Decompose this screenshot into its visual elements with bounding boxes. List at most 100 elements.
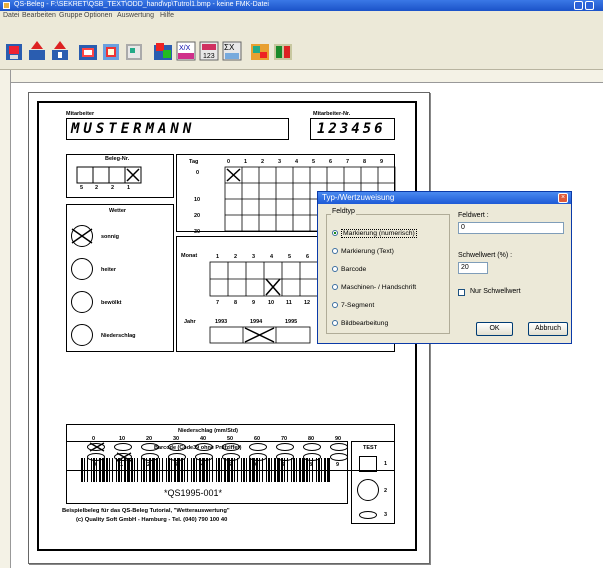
- tag-col-label: 1: [244, 159, 248, 165]
- tag-row-label: 0: [196, 170, 200, 176]
- feldwert-input[interactable]: 0: [458, 222, 564, 234]
- barcode-bar: [324, 458, 326, 482]
- radio-bildbearbeitung[interactable]: Bildbearbeitung: [332, 320, 388, 327]
- tag-row-label: 20: [194, 213, 201, 219]
- minimize-button[interactable]: [574, 1, 583, 10]
- barcode-bar: [224, 458, 226, 482]
- barcode-bar: [212, 458, 213, 482]
- test-num: 2: [384, 488, 388, 494]
- tag-row-label: 30: [194, 229, 201, 235]
- radio-barcode[interactable]: Barcode: [332, 266, 366, 273]
- close-icon[interactable]: ×: [558, 193, 568, 203]
- beleg-nr-cells: [76, 166, 142, 184]
- type-value-dialog: Typ-/Wertzuweisung × Feldtyp Markierung …: [317, 191, 572, 344]
- barcode-bar: [243, 458, 245, 482]
- barcode-bar: [306, 458, 308, 482]
- barcode-bar: [202, 458, 205, 482]
- tag-col-label: 9: [380, 159, 384, 165]
- dialog-title-bar: Typ-/Wertzuweisung ×: [318, 192, 571, 204]
- beleg-digit: 5: [80, 185, 84, 191]
- radio-selected-icon: [332, 230, 338, 237]
- barcode-bar: [252, 458, 255, 482]
- barcode-bar: [231, 458, 233, 482]
- menu-optionen[interactable]: Optionen: [84, 12, 112, 19]
- barcode-bar: [218, 458, 220, 482]
- barcode-bar: [102, 458, 105, 482]
- test-oval: [359, 511, 377, 519]
- count-icon[interactable]: 123: [199, 40, 219, 62]
- radio-7-segment[interactable]: 7-Segment: [332, 302, 374, 309]
- jahr-label: Jahr: [184, 319, 196, 325]
- mitarbeiter-nr-value: 123456: [317, 121, 386, 137]
- barcode-bar: [124, 458, 126, 482]
- jahr-option: 1993: [215, 319, 228, 325]
- barcode-bar: [266, 458, 267, 482]
- barcode-bar: [199, 458, 201, 482]
- barcode-bar: [312, 458, 313, 482]
- new-field-icon[interactable]: [27, 40, 47, 62]
- beleg-digit: 1: [127, 185, 131, 191]
- footer-line-2: (c) Quality Soft GmbH - Hamburg - Tel. (…: [76, 517, 228, 523]
- grid-icon[interactable]: [78, 40, 98, 62]
- niederschlag-label: Niederschlag (mm/Std): [178, 428, 238, 434]
- barcode-bar: [268, 458, 270, 482]
- schwellwert-label: Schwellwert (%) :: [458, 252, 513, 259]
- menu-auswertung[interactable]: Auswertung: [117, 12, 154, 19]
- nur-schwellwert-checkbox[interactable]: [458, 289, 465, 296]
- schwellwert-input[interactable]: 20: [458, 262, 488, 274]
- barcode-bar: [262, 458, 263, 482]
- barcode-bar: [299, 458, 301, 482]
- barcode-bar: [149, 458, 151, 482]
- tag-label: Tag: [189, 159, 199, 165]
- barcode-bar: [81, 458, 83, 482]
- barcode-bar: [281, 458, 283, 482]
- monat-label-bottom: 10: [268, 300, 275, 306]
- menu-datei[interactable]: Datei: [3, 12, 19, 19]
- mitarbeiter-nr-label: Mitarbeiter-Nr.: [313, 111, 351, 117]
- wetter-circle: [71, 258, 93, 280]
- menu-bearbeiten[interactable]: Bearbeiten: [22, 12, 56, 19]
- barcode-bar: [112, 458, 113, 482]
- barcode-bar: [99, 458, 101, 482]
- xy-value-icon[interactable]: X/X: [176, 40, 196, 62]
- menu-gruppe[interactable]: Gruppe: [59, 12, 82, 19]
- radio-markierung-numerisch[interactable]: Markierung (numerisch): [332, 229, 417, 238]
- tag-col-label: 5: [312, 159, 316, 165]
- barcode-bar: [221, 458, 222, 482]
- wetter-label: Wetter: [109, 208, 127, 214]
- radio-handschrift[interactable]: Maschinen- / Handschrift: [332, 284, 416, 291]
- cancel-button[interactable]: Abbruch: [528, 322, 568, 336]
- menu-hilfe[interactable]: Hilfe: [160, 12, 174, 19]
- barcode-bar: [127, 458, 130, 482]
- assign-icon[interactable]: [153, 40, 173, 62]
- monat-label-top: 5: [288, 254, 292, 260]
- monat-label-top: 2: [234, 254, 238, 260]
- user-report-icon[interactable]: [250, 40, 270, 62]
- restore-button[interactable]: [585, 1, 594, 10]
- tag-row-label: 10: [194, 197, 201, 203]
- barcode-bar: [271, 458, 272, 482]
- barcode-bar: [87, 458, 88, 482]
- barcode-bar: [249, 458, 251, 482]
- sum-icon[interactable]: ΣX: [222, 40, 242, 62]
- radio-icon: [332, 248, 338, 255]
- select-icon[interactable]: [124, 40, 144, 62]
- field-icon[interactable]: [101, 40, 121, 62]
- barcode-bar: [96, 458, 97, 482]
- barcode-bar: [174, 458, 176, 482]
- toolbar: X/X 123 ΣX: [0, 21, 603, 70]
- radio-markierung-text[interactable]: Markierung (Text): [332, 248, 394, 255]
- save-icon[interactable]: [50, 40, 70, 62]
- barcode: [81, 458, 330, 482]
- ok-button[interactable]: OK: [476, 322, 513, 336]
- barcode-bar: [277, 458, 280, 482]
- export-icon[interactable]: [273, 40, 293, 62]
- test-num: 3: [384, 512, 388, 518]
- test-circle: [357, 479, 379, 501]
- barcode-bar: [321, 458, 322, 482]
- barcode-bar: [327, 458, 330, 482]
- feldwert-label: Feldwert :: [458, 212, 489, 219]
- open-icon[interactable]: [4, 40, 24, 62]
- wetter-circle: [71, 324, 93, 346]
- test-square: [359, 456, 377, 472]
